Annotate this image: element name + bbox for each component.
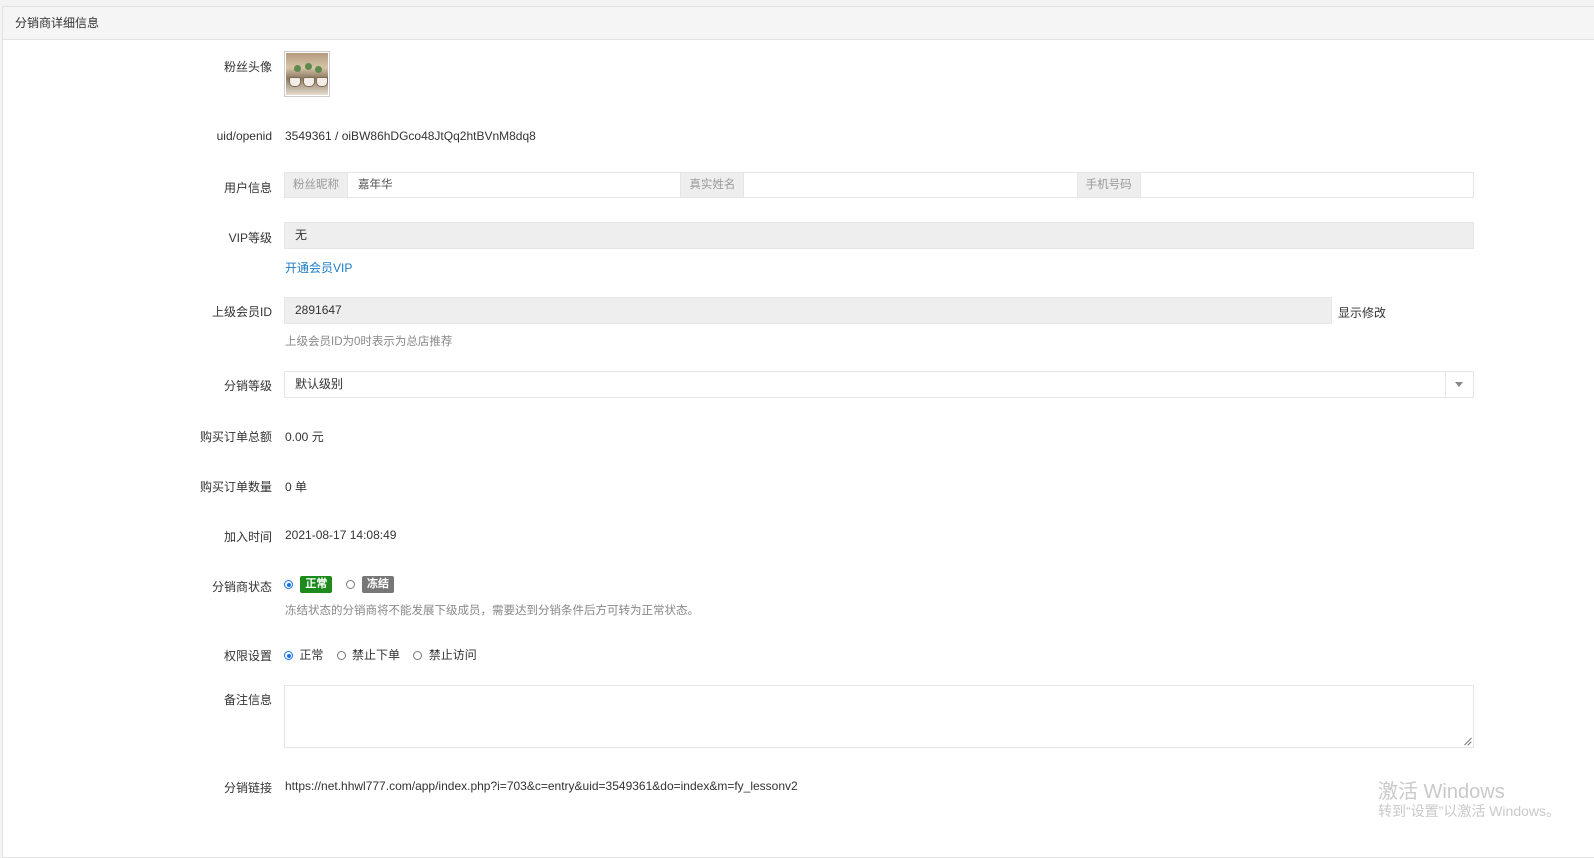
parent-id-label: 上级会员ID	[211, 305, 272, 319]
vip-level-field: 无	[284, 222, 1474, 249]
show-modify-button[interactable]: 显示修改	[1338, 304, 1386, 321]
level-select-value: 默认级别	[295, 377, 344, 391]
status-normal-radio[interactable]	[284, 580, 293, 589]
status-frozen-badge: 冻结	[362, 576, 395, 593]
level-label: 分销等级	[223, 379, 272, 393]
open-vip-link[interactable]: 开通会员VIP	[285, 259, 352, 276]
order-count-value: 0 单	[285, 480, 308, 494]
vip-label: VIP等级	[228, 231, 272, 245]
parent-id-field[interactable]: 2891647	[284, 297, 1332, 324]
permission-no-order-label: 禁止下单	[352, 648, 401, 662]
nickname-field[interactable]: 嘉年华	[348, 173, 682, 197]
permission-label: 权限设置	[223, 649, 272, 663]
activation-watermark-title: 激活 Windows	[1378, 781, 1505, 803]
user-info-group: 粉丝昵称 嘉年华 真实姓名 手机号码	[284, 172, 1474, 198]
distribution-link-label: 分销链接	[223, 781, 272, 795]
avatar-label: 粉丝头像	[223, 60, 272, 74]
distribution-link-value: https://net.hhwl777.com/app/index.php?i=…	[285, 779, 798, 793]
nickname-addon: 粉丝昵称	[285, 173, 348, 197]
status-normal-badge: 正常	[300, 576, 333, 593]
remark-textarea[interactable]	[284, 685, 1474, 748]
avatar[interactable]	[284, 51, 330, 97]
uid-openid-value: 3549361 / oiBW86hDGco48JtQq2htBVnM8dq8	[285, 129, 536, 143]
phone-field[interactable]	[1140, 173, 1473, 197]
order-total-value: 0.00 元	[285, 430, 324, 444]
phone-addon: 手机号码	[1077, 173, 1141, 197]
order-count-label: 购买订单数量	[199, 480, 272, 494]
user-info-label: 用户信息	[223, 181, 272, 195]
permission-no-visit-radio[interactable]	[413, 651, 423, 661]
status-label: 分销商状态	[211, 580, 272, 594]
status-help: 冻结状态的分销商将不能发展下级成员，需要达到分销条件后方可转为正常状态。	[285, 605, 699, 617]
permission-normal-label: 正常	[299, 648, 324, 662]
avatar-image	[286, 53, 328, 95]
activation-watermark-subtitle: 转到“设置”以激活 Windows。	[1378, 803, 1561, 819]
uid-openid-label: uid/openid	[216, 129, 272, 143]
parent-id-help: 上级会员ID为0时表示为总店推荐	[285, 336, 453, 348]
realname-addon: 真实姓名	[681, 173, 745, 197]
permission-no-order-radio[interactable]	[336, 651, 346, 661]
permission-no-visit-label: 禁止访问	[428, 648, 477, 662]
permission-normal-radio[interactable]	[284, 651, 293, 661]
permission-radio-group: 正常 禁止下单 禁止访问	[284, 646, 477, 663]
join-time-label: 加入时间	[223, 530, 272, 544]
order-total-label: 购买订单总额	[199, 430, 272, 444]
chevron-down-icon[interactable]	[1445, 372, 1473, 397]
status-radio-group: 正常 冻结	[284, 576, 395, 593]
status-frozen-radio[interactable]	[345, 580, 355, 589]
level-select[interactable]: 默认级别	[284, 371, 1474, 398]
realname-field[interactable]	[744, 173, 1078, 197]
panel-title: 分销商详细信息	[3, 7, 1594, 40]
join-time-value: 2021-08-17 14:08:49	[285, 528, 397, 542]
resize-handle-icon[interactable]	[1463, 737, 1471, 745]
remark-label: 备注信息	[223, 693, 272, 707]
